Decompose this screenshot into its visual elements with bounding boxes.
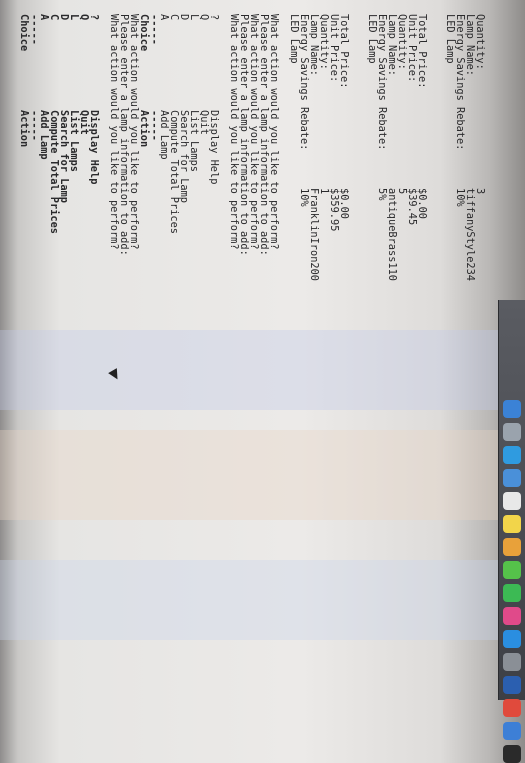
notes-icon[interactable]: [503, 515, 521, 533]
lamp-field-label: Total Price:: [338, 14, 350, 89]
appstore-icon[interactable]: [503, 630, 521, 648]
lamp-field-value: tiffanyStyle234: [464, 188, 476, 281]
lamp-field-label: Total Price:: [416, 14, 428, 89]
preferences-icon[interactable]: [503, 653, 521, 671]
menu-key: ?: [88, 14, 100, 21]
lamp-field-label: Quantity:: [474, 14, 486, 70]
prompt-line: What action would you like to perform?: [268, 14, 280, 250]
lamp-field-value: $0.00: [338, 188, 350, 219]
menu-key: ?: [208, 14, 220, 21]
terminal-window[interactable]: Choice Action ----- ----- A Add Lamp C C…: [0, 0, 525, 700]
terminal-icon[interactable]: [503, 745, 521, 763]
word-icon[interactable]: [503, 676, 521, 694]
lamp-field-value: 3: [474, 188, 486, 195]
photos-icon[interactable]: [503, 538, 521, 556]
calendar-icon[interactable]: [503, 492, 521, 510]
finder-icon[interactable]: [503, 400, 521, 418]
mail-icon[interactable]: [503, 469, 521, 487]
facetime-icon[interactable]: [503, 584, 521, 602]
messages-icon[interactable]: [503, 561, 521, 579]
menu-label: Display Help: [88, 110, 100, 185]
lamp-field-value: $0.00: [416, 188, 428, 219]
dock[interactable]: [498, 300, 525, 763]
itunes-icon[interactable]: [503, 607, 521, 625]
safari-icon[interactable]: [503, 446, 521, 464]
xcode-icon[interactable]: [503, 722, 521, 740]
launchpad-icon[interactable]: [503, 423, 521, 441]
lamp-field-value: FranklinIron200: [308, 188, 320, 281]
lamp-field-value: antiqueBrass110: [386, 188, 398, 281]
chrome-icon[interactable]: [503, 699, 521, 717]
menu-label: Display Help: [208, 110, 220, 185]
